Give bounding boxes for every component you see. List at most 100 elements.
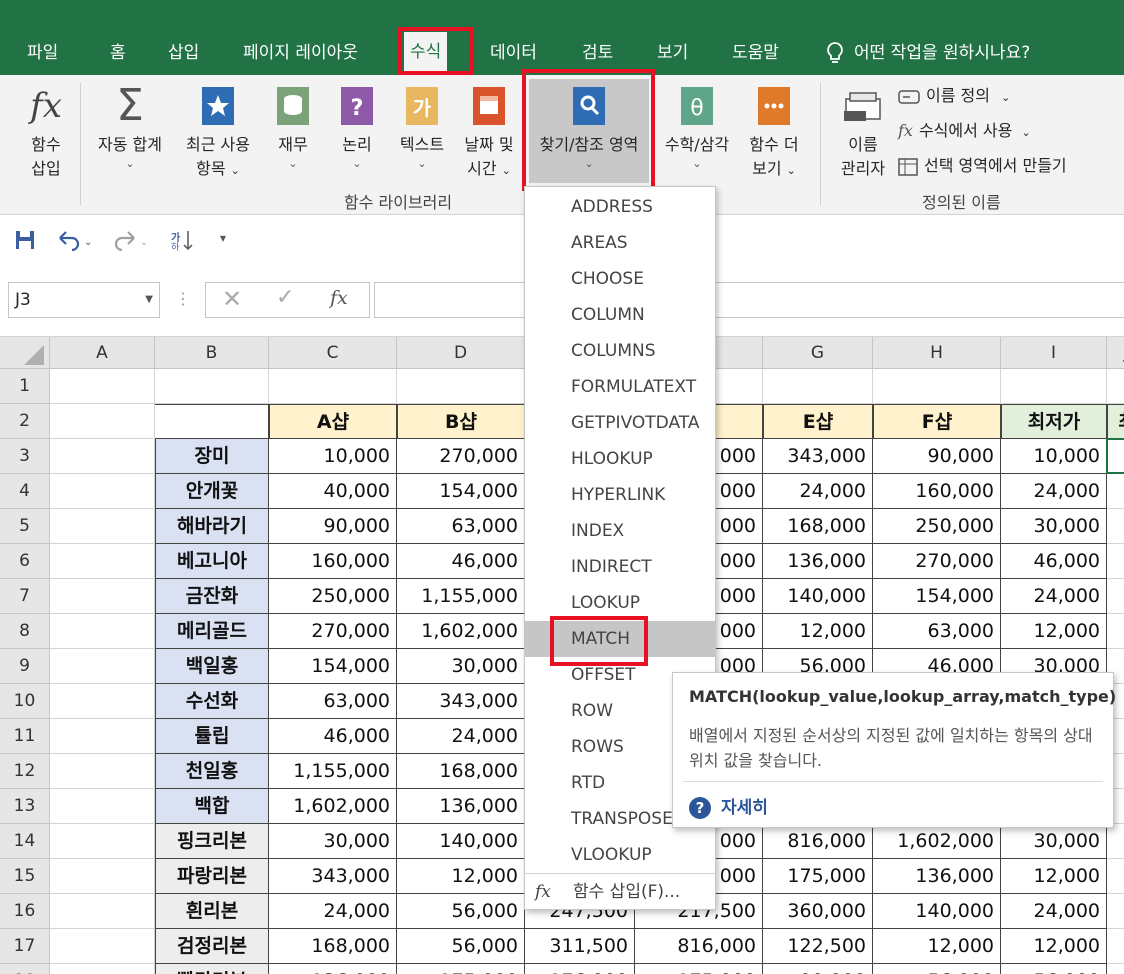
menu-item-columns[interactable]: COLUMNS bbox=[525, 333, 715, 369]
row-label-cell[interactable]: 해바라기 bbox=[155, 509, 269, 544]
data-cell[interactable]: 343,000 bbox=[269, 859, 397, 894]
data-cell[interactable]: 12,000 bbox=[1001, 614, 1107, 649]
data-cell[interactable]: 12,000 bbox=[1001, 929, 1107, 964]
data-cell[interactable]: 250,000 bbox=[873, 509, 1001, 544]
cell-a6[interactable] bbox=[50, 544, 155, 579]
cell-a1[interactable] bbox=[50, 369, 155, 404]
row-header-18[interactable]: 18 bbox=[0, 964, 50, 974]
name-manager-button[interactable]: 이름 관리자 bbox=[834, 83, 892, 181]
tab-data[interactable]: 데이터 bbox=[490, 38, 537, 68]
data-cell[interactable]: 24,000 bbox=[397, 719, 525, 754]
data-cell-j[interactable] bbox=[1107, 544, 1124, 579]
row-label-cell[interactable]: 수선화 bbox=[155, 684, 269, 719]
tab-file[interactable]: 파일 bbox=[27, 38, 58, 68]
row-header-6[interactable]: 6 bbox=[0, 544, 50, 579]
data-cell[interactable]: 24,000 bbox=[269, 894, 397, 929]
cell-a4[interactable] bbox=[50, 474, 155, 509]
data-cell[interactable]: 816,000 bbox=[763, 824, 873, 859]
tab-home[interactable]: 홈 bbox=[110, 38, 126, 68]
data-cell[interactable]: 46,000 bbox=[1001, 544, 1107, 579]
select-all-corner[interactable] bbox=[0, 337, 50, 369]
data-cell[interactable]: 90,000 bbox=[873, 439, 1001, 474]
cell-a13[interactable] bbox=[50, 789, 155, 824]
row-label-cell[interactable]: 검정리본 bbox=[155, 929, 269, 964]
save-icon[interactable] bbox=[14, 229, 36, 251]
data-cell[interactable]: 24,000 bbox=[1001, 474, 1107, 509]
data-cell[interactable]: 360,000 bbox=[763, 894, 873, 929]
cell-a7[interactable] bbox=[50, 579, 155, 614]
undo-icon[interactable]: ⌄ bbox=[56, 229, 92, 251]
column-header-a[interactable]: A bbox=[50, 337, 155, 369]
menu-item-areas[interactable]: AREAS bbox=[525, 225, 715, 261]
data-cell[interactable]: 160,000 bbox=[269, 544, 397, 579]
cell-row1[interactable] bbox=[873, 369, 1001, 404]
data-cell[interactable]: 24,000 bbox=[1001, 894, 1107, 929]
data-cell[interactable]: 30,000 bbox=[1001, 509, 1107, 544]
menu-item-hyperlink[interactable]: HYPERLINK bbox=[525, 477, 715, 513]
tab-view[interactable]: 보기 bbox=[657, 38, 688, 68]
row-header-10[interactable]: 10 bbox=[0, 684, 50, 719]
menu-item-getpivotdata[interactable]: GETPIVOTDATA bbox=[525, 405, 715, 441]
data-cell-j[interactable] bbox=[1107, 929, 1124, 964]
sort-icon[interactable]: 가하 bbox=[170, 229, 194, 251]
data-cell[interactable]: 12,000 bbox=[397, 859, 525, 894]
header-blank-b2[interactable] bbox=[155, 404, 269, 439]
data-cell[interactable]: 250,000 bbox=[269, 579, 397, 614]
row-label-cell[interactable]: 튤립 bbox=[155, 719, 269, 754]
data-cell[interactable]: 12,000 bbox=[763, 614, 873, 649]
menu-item-indirect[interactable]: INDIRECT bbox=[525, 549, 715, 585]
data-cell[interactable]: 40,000 bbox=[269, 474, 397, 509]
data-cell[interactable]: 343,000 bbox=[397, 684, 525, 719]
column-header-j[interactable]: J bbox=[1107, 337, 1124, 369]
cell-a11[interactable] bbox=[50, 719, 155, 754]
data-cell[interactable]: 30,000 bbox=[1001, 824, 1107, 859]
cell-row1[interactable] bbox=[1001, 369, 1107, 404]
data-cell[interactable]: 30,000 bbox=[269, 824, 397, 859]
tab-insert[interactable]: 삽입 bbox=[168, 38, 199, 68]
name-box[interactable]: J3 ▼ bbox=[8, 282, 160, 318]
logical-button[interactable]: ? 논리 ⌄ bbox=[330, 83, 384, 171]
row-label-cell[interactable]: 백합 bbox=[155, 789, 269, 824]
menu-item-lookup[interactable]: LOOKUP bbox=[525, 585, 715, 621]
column-header-h[interactable]: H bbox=[873, 337, 1001, 369]
financial-button[interactable]: 재무 ⌄ bbox=[266, 83, 320, 171]
cell-a8[interactable] bbox=[50, 614, 155, 649]
data-cell[interactable]: 24,000 bbox=[1001, 579, 1107, 614]
data-cell[interactable]: 270,000 bbox=[873, 544, 1001, 579]
data-cell[interactable]: 168,000 bbox=[269, 929, 397, 964]
data-cell[interactable]: 56,000 bbox=[397, 929, 525, 964]
data-cell[interactable]: 1,155,000 bbox=[397, 579, 525, 614]
row-label-cell[interactable]: 메리골드 bbox=[155, 614, 269, 649]
row-label-cell[interactable]: 빨강리본 bbox=[155, 964, 269, 974]
row-label-cell[interactable]: 베고니아 bbox=[155, 544, 269, 579]
data-cell[interactable]: 46,000 bbox=[269, 719, 397, 754]
cell-a3[interactable] bbox=[50, 439, 155, 474]
cell-a9[interactable] bbox=[50, 649, 155, 684]
header-cell-h[interactable]: F샵 bbox=[873, 404, 1001, 439]
data-cell[interactable]: 168,000 bbox=[763, 509, 873, 544]
data-cell[interactable]: 122,500 bbox=[763, 929, 873, 964]
data-cell[interactable]: 12,000 bbox=[1001, 859, 1107, 894]
row-header-2[interactable]: 2 bbox=[0, 404, 50, 439]
recent-functions-button[interactable]: 최근 사용 항목 ⌄ bbox=[176, 83, 260, 183]
data-cell-j[interactable] bbox=[1107, 579, 1124, 614]
menu-item-hlookup[interactable]: HLOOKUP bbox=[525, 441, 715, 477]
data-cell[interactable]: 63,000 bbox=[269, 684, 397, 719]
cell-a2[interactable] bbox=[50, 404, 155, 439]
row-label-cell[interactable]: 파랑리본 bbox=[155, 859, 269, 894]
data-cell[interactable]: 270,000 bbox=[269, 614, 397, 649]
menu-item-vlookup[interactable]: VLOOKUP bbox=[525, 837, 715, 873]
tab-help[interactable]: 도움말 bbox=[732, 38, 779, 68]
data-cell[interactable]: 63,000 bbox=[397, 509, 525, 544]
data-cell[interactable]: 1,602,000 bbox=[397, 614, 525, 649]
data-cell[interactable]: 136,000 bbox=[269, 964, 397, 974]
data-cell[interactable]: 24,000 bbox=[763, 474, 873, 509]
cell-a15[interactable] bbox=[50, 859, 155, 894]
selected-cell-j3[interactable] bbox=[1106, 438, 1124, 474]
data-cell[interactable]: 175,000 bbox=[635, 964, 763, 974]
cell-a12[interactable] bbox=[50, 754, 155, 789]
header-cell-c[interactable]: A샵 bbox=[269, 404, 397, 439]
tell-me-search[interactable]: 어떤 작업을 원하시나요? bbox=[826, 38, 1030, 68]
data-cell[interactable]: 12,000 bbox=[873, 929, 1001, 964]
tell-me-more-link[interactable]: ? 자세히 bbox=[689, 793, 768, 819]
